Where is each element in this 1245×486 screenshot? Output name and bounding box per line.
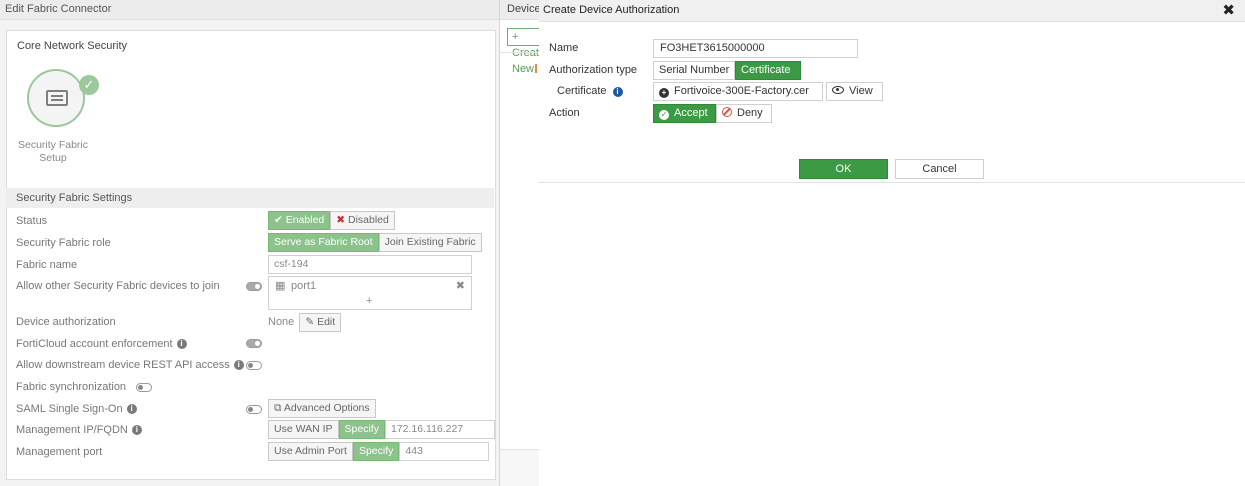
use-wan-ip-button[interactable]: Use WAN IP (268, 420, 339, 439)
panel-title: Edit Fabric Connector (0, 0, 499, 20)
column-marker (535, 64, 537, 73)
device-authorization-panel: Device + Create New (499, 0, 539, 486)
dialog-title: Create Device Authorization (539, 0, 1245, 22)
check-badge-icon: ✓ (79, 75, 99, 95)
allow-join-label: Allow other Security Fabric devices to j… (16, 280, 220, 292)
fabric-role-toggle[interactable]: Serve as Fabric Root Join Existing Fabric (268, 233, 482, 252)
certificate-label: Certificate i (557, 82, 623, 100)
interface-icon: ▦ (275, 280, 286, 292)
auth-type-certificate-button[interactable]: Certificate (735, 61, 801, 80)
management-port-label: Management port (16, 446, 103, 458)
interface-port1: port1 (291, 280, 317, 292)
specify-ip-button[interactable]: Specify (338, 420, 385, 439)
dialog-form: Name FO3HET3615000000 Authorization type… (539, 22, 1245, 183)
create-device-authorization-dialog: Create Device Authorization ✖ Name FO3HE… (539, 0, 1245, 486)
info-icon: i (126, 404, 137, 415)
middle-panel-title: Device (500, 0, 539, 20)
settings-section-header: Security Fabric Settings (6, 188, 494, 208)
action-label: Action (549, 107, 580, 119)
action-accept-button[interactable]: ✓ Accept (653, 104, 716, 123)
fabric-sync-label: Fabric synchronization (16, 381, 127, 393)
allow-join-toggle[interactable] (246, 282, 262, 291)
saml-advanced-options[interactable]: ⧉ Advanced Options (268, 399, 376, 418)
external-link-icon: ⧉ (274, 402, 284, 414)
divider (500, 52, 539, 53)
middle-panel-footer (500, 449, 539, 486)
status-disabled-button[interactable]: ✖ Disabled (330, 211, 395, 230)
cancel-button[interactable]: Cancel (895, 159, 984, 179)
info-icon: i (612, 87, 623, 97)
action-deny-button[interactable]: Deny (716, 104, 772, 123)
security-fabric-icon (27, 69, 85, 127)
advanced-options-button[interactable]: ⧉ Advanced Options (268, 399, 376, 418)
rest-api-access-label: Allow downstream device REST API access i (16, 356, 244, 374)
allowed-interfaces-box[interactable]: ▦ port1 ✖ + (268, 276, 472, 310)
auth-type-serial-number-button[interactable]: Serial Number (653, 61, 735, 80)
times-circle-icon: ✖ (336, 214, 348, 226)
forticloud-enforcement-toggle[interactable] (246, 339, 262, 348)
pencil-icon: ✎ (305, 316, 318, 328)
serve-as-root-button[interactable]: Serve as Fabric Root (268, 233, 379, 252)
edit-fabric-connector-panel: Edit Fabric Connector Core Network Secur… (0, 0, 499, 486)
management-ip-input[interactable]: 172.16.116.227 (384, 420, 495, 439)
device-auth-edit-button[interactable]: ✎ Edit (299, 313, 342, 332)
rest-api-access-toggle[interactable] (246, 361, 262, 370)
info-icon: i (131, 425, 142, 436)
authorization-type-label: Authorization type (549, 64, 638, 76)
status-toggle[interactable]: ✔ Enabled ✖ Disabled (268, 211, 395, 230)
remove-interface-icon[interactable]: ✖ (456, 278, 465, 295)
info-icon: i (176, 339, 187, 350)
status-enabled-button[interactable]: ✔ Enabled (268, 211, 331, 230)
certificate-select[interactable]: + Fortivoice-300E-Factory.cer (653, 82, 823, 101)
eye-icon (832, 86, 844, 94)
create-new-button[interactable]: + Create New (507, 28, 539, 75)
join-existing-button[interactable]: Join Existing Fabric (378, 233, 482, 252)
management-ip-control[interactable]: Use WAN IP Specify 172.16.116.227 (268, 420, 495, 439)
name-label: Name (549, 42, 579, 54)
saml-sso-toggle[interactable] (246, 405, 262, 414)
management-port-control[interactable]: Use Admin Port Specify 443 (268, 442, 490, 461)
add-interface-icon[interactable]: + (366, 293, 372, 310)
fabric-role-label: Security Fabric role (16, 237, 111, 249)
card-title: Core Network Security (17, 40, 128, 52)
fabric-name-input[interactable]: csf-194 (268, 255, 472, 274)
use-admin-port-button[interactable]: Use Admin Port (268, 442, 353, 461)
fabric-sync-toggle[interactable] (136, 383, 152, 392)
device-authorization-value: None ✎ Edit (268, 313, 342, 332)
management-ip-label: Management IP/FQDN i (16, 421, 142, 439)
name-input[interactable]: FO3HET3615000000 (653, 39, 858, 58)
status-label: Status (16, 215, 48, 227)
management-port-input[interactable]: 443 (399, 442, 490, 461)
saml-sso-label: SAML Single Sign-On i (16, 400, 137, 418)
ban-icon (722, 107, 732, 117)
device-authorization-label: Device authorization (16, 316, 116, 328)
close-icon[interactable]: ✖ (1222, 1, 1235, 21)
specify-port-button[interactable]: Specify (352, 442, 400, 461)
info-icon: i (233, 360, 244, 371)
ok-button[interactable]: OK (799, 159, 888, 179)
check-circle-icon: ✔ (274, 214, 286, 226)
fabric-name-label: Fabric name (16, 259, 78, 271)
check-circle-icon: ✓ (659, 110, 669, 120)
view-certificate-button[interactable]: View (826, 82, 883, 101)
plus-circle-icon: + (659, 88, 669, 98)
security-fabric-setup-label: Security Fabric Setup (17, 139, 89, 164)
forticloud-enforcement-label: FortiCloud account enforcement i (16, 335, 187, 353)
